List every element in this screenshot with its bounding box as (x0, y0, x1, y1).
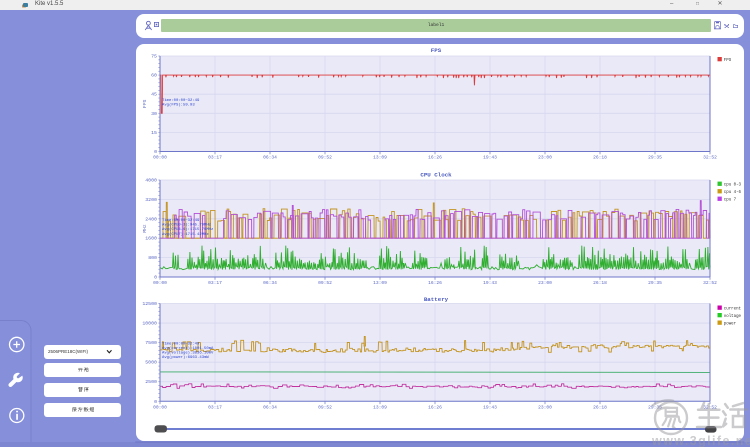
svg-text:29:35: 29:35 (648, 155, 662, 161)
svg-text:15: 15 (151, 130, 157, 136)
svg-text:13:09: 13:09 (373, 405, 387, 411)
svg-text:13:09: 13:09 (373, 280, 387, 286)
svg-text:13:09: 13:09 (373, 155, 387, 161)
svg-text:09:52: 09:52 (318, 155, 332, 161)
svg-text:FPS: FPS (724, 59, 732, 63)
svg-text:09:52: 09:52 (318, 280, 332, 286)
svg-text:7500: 7500 (145, 340, 157, 346)
svg-text:Avg(power):6963.43mW: Avg(power):6963.43mW (162, 355, 209, 360)
svg-text:800: 800 (148, 255, 157, 261)
svg-text:19:43: 19:43 (483, 280, 497, 286)
svg-text:26:18: 26:18 (593, 405, 607, 411)
svg-text:2500: 2500 (145, 379, 157, 385)
svg-text:Battery: Battery (424, 296, 449, 303)
svg-text:0: 0 (154, 399, 157, 405)
svg-text:12500: 12500 (142, 301, 157, 307)
svg-text:2400: 2400 (145, 216, 157, 222)
svg-text:23:00: 23:00 (538, 155, 552, 161)
svg-text:3200: 3200 (145, 197, 157, 203)
svg-text:75: 75 (151, 54, 157, 60)
svg-text:Avg(CPU7):1715.42MHz: Avg(CPU7):1715.42MHz (162, 232, 209, 237)
svg-text:current: current (724, 308, 742, 312)
svg-text:cpu 7: cpu 7 (724, 199, 737, 203)
svg-text:03:17: 03:17 (208, 405, 222, 411)
svg-text:06:34: 06:34 (263, 405, 277, 411)
svg-text:MHz: MHz (142, 224, 148, 233)
svg-text:Avg(FPS):59.93: Avg(FPS):59.93 (162, 103, 195, 108)
svg-text:Avg(CPU4-6):1715.76MHz: Avg(CPU4-6):1715.76MHz (162, 227, 214, 232)
svg-text:Avg(current):1801.50mA: Avg(current):1801.50mA (162, 346, 214, 351)
svg-text:16:26: 16:26 (428, 155, 442, 161)
svg-text:19:43: 19:43 (483, 405, 497, 411)
svg-text:06:34: 06:34 (263, 280, 277, 286)
svg-text:cpu 4-6: cpu 4-6 (724, 191, 742, 195)
svg-text:00:00: 00:00 (153, 155, 167, 161)
svg-text:19:43: 19:43 (483, 155, 497, 161)
svg-text:4000: 4000 (145, 178, 157, 184)
svg-text:30: 30 (151, 111, 157, 117)
svg-text:Avg(voltage):3836.10mV: Avg(voltage):3836.10mV (162, 351, 214, 356)
svg-text:1600: 1600 (145, 236, 157, 242)
svg-text:FPS: FPS (142, 99, 148, 108)
svg-text:23:00: 23:00 (538, 280, 552, 286)
svg-text:26:18: 26:18 (593, 280, 607, 286)
svg-text:10000: 10000 (142, 321, 157, 327)
svg-text:Time:00:00~32:49: Time:00:00~32:49 (162, 98, 200, 103)
svg-text:16:26: 16:26 (428, 280, 442, 286)
svg-text:00:00: 00:00 (153, 405, 167, 411)
svg-text:32:52: 32:52 (703, 280, 717, 286)
svg-text:0: 0 (154, 275, 157, 281)
svg-text:06:34: 06:34 (263, 155, 277, 161)
svg-text:60: 60 (151, 73, 157, 79)
svg-text:32:52: 32:52 (703, 155, 717, 161)
svg-text:FPS: FPS (431, 47, 442, 54)
svg-text:power: power (724, 323, 737, 327)
svg-text:voltage: voltage (724, 314, 742, 319)
svg-text:cpu 0-3: cpu 0-3 (724, 184, 742, 188)
svg-text:23:00: 23:00 (538, 405, 552, 411)
svg-text:16:26: 16:26 (428, 405, 442, 411)
svg-text:00:00: 00:00 (153, 280, 167, 286)
svg-text:45: 45 (151, 92, 157, 98)
svg-text:09:52: 09:52 (318, 405, 332, 411)
svg-text:29:35: 29:35 (648, 280, 662, 286)
svg-text:CPU Clock: CPU Clock (420, 172, 452, 179)
svg-text:26:18: 26:18 (593, 155, 607, 161)
svg-text:Time:00:00~32:49: Time:00:00~32:49 (162, 341, 200, 346)
svg-text:Time:00:00~32:49: Time:00:00~32:49 (162, 218, 200, 223)
svg-text:03:17: 03:17 (208, 155, 222, 161)
svg-text:5000: 5000 (145, 360, 157, 366)
svg-text:0: 0 (154, 149, 157, 155)
svg-text:03:17: 03:17 (208, 280, 222, 286)
svg-text:Avg(CPU0-3):945.79MHz: Avg(CPU0-3):945.79MHz (162, 223, 212, 228)
